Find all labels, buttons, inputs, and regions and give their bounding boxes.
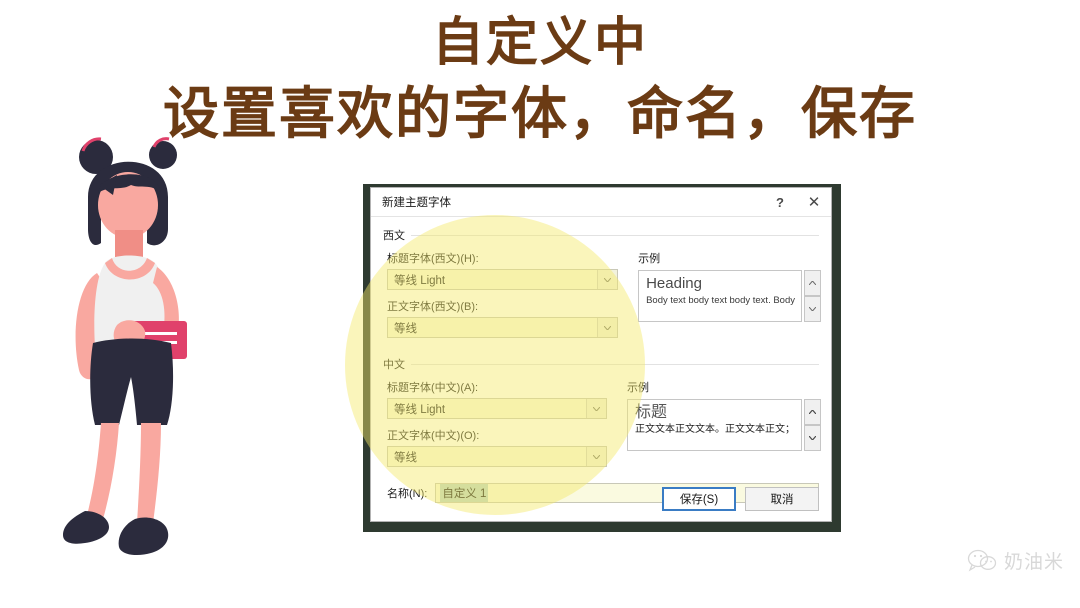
- chinese-heading-font-value: 等线 Light: [394, 403, 446, 416]
- scroll-down-icon[interactable]: [804, 425, 821, 451]
- scroll-down-icon[interactable]: [804, 296, 821, 322]
- latin-body-font-combo[interactable]: 等线: [387, 317, 619, 338]
- latin-body-font-value: 等线: [394, 322, 417, 335]
- latin-sample-scrollbar[interactable]: [804, 270, 821, 322]
- latin-sample-preview: Heading Body text body text body text. B…: [638, 270, 802, 322]
- latin-group: 西文 标题字体(西文)(H): 等线 Light 正文字体(西文)(B): 等线: [383, 227, 821, 346]
- chevron-down-icon[interactable]: [586, 447, 606, 466]
- chevron-down-icon[interactable]: [586, 399, 606, 418]
- latin-heading-font-label: 标题字体(西文)(H):: [387, 253, 479, 265]
- latin-body-font-label: 正文字体(西文)(B):: [387, 301, 479, 313]
- wechat-icon: [967, 549, 997, 572]
- girl-illustration: [55, 125, 245, 570]
- watermark: 奶油米: [967, 547, 1064, 574]
- chinese-sample-label: 示例: [627, 382, 649, 394]
- chinese-sample-preview: 标题 正文文本正文文本。正文文本正文；: [627, 399, 802, 451]
- chinese-body-font-label: 正文字体(中文)(O):: [387, 430, 480, 442]
- chevron-down-icon[interactable]: [597, 318, 618, 337]
- chinese-group: 中文 标题字体(中文)(A): 等线 Light 正文字体(中文)(O): 等线: [383, 356, 821, 475]
- close-icon[interactable]: ✕: [797, 188, 831, 216]
- latin-sample-body: Body text body text body text. Body: [646, 295, 795, 306]
- chinese-body-font-combo[interactable]: 等线: [387, 446, 607, 467]
- theme-name-value: 自定义 1: [440, 484, 489, 502]
- dialog-body: 西文 标题字体(西文)(H): 等线 Light 正文字体(西文)(B): 等线: [371, 217, 831, 503]
- dialog-titlebar: 新建主题字体 ? ✕: [371, 188, 831, 217]
- help-icon[interactable]: ?: [763, 188, 797, 216]
- latin-heading-font-combo[interactable]: 等线 Light: [387, 269, 619, 290]
- chinese-heading-font-combo[interactable]: 等线 Light: [387, 398, 607, 419]
- cancel-button[interactable]: 取消: [745, 487, 819, 511]
- latin-group-label: 西文: [383, 227, 411, 243]
- dialog-outer-frame: 新建主题字体 ? ✕ 西文 标题字体(西文)(H): 等线 Light 正文字体…: [363, 184, 841, 532]
- page-title-line-1: 自定义中: [431, 13, 648, 73]
- theme-name-label: 名称(N):: [387, 488, 428, 500]
- dialog-footer: 保存(S) 取消: [662, 487, 819, 511]
- chinese-group-label: 中文: [383, 356, 411, 372]
- latin-sample-heading: Heading: [646, 275, 702, 292]
- latin-group-divider: [383, 235, 819, 236]
- save-button[interactable]: 保存(S): [662, 487, 736, 511]
- chevron-down-icon[interactable]: [597, 270, 618, 289]
- chinese-sample-body: 正文文本正文文本。正文文本正文；: [635, 424, 795, 435]
- dialog-title: 新建主题字体: [382, 197, 451, 209]
- scroll-up-icon[interactable]: [804, 270, 821, 296]
- chinese-sample-scrollbar[interactable]: [804, 399, 821, 451]
- chinese-body-font-value: 等线: [394, 451, 417, 464]
- scroll-up-icon[interactable]: [804, 399, 821, 425]
- new-theme-fonts-dialog: 新建主题字体 ? ✕ 西文 标题字体(西文)(H): 等线 Light 正文字体…: [370, 187, 832, 522]
- chinese-sample-heading: 标题: [635, 404, 668, 421]
- watermark-text: 奶油米: [1003, 551, 1064, 573]
- chinese-heading-font-label: 标题字体(中文)(A):: [387, 382, 479, 394]
- latin-heading-font-value: 等线 Light: [394, 274, 446, 287]
- latin-sample-label: 示例: [638, 253, 661, 265]
- chinese-group-divider: [383, 364, 819, 365]
